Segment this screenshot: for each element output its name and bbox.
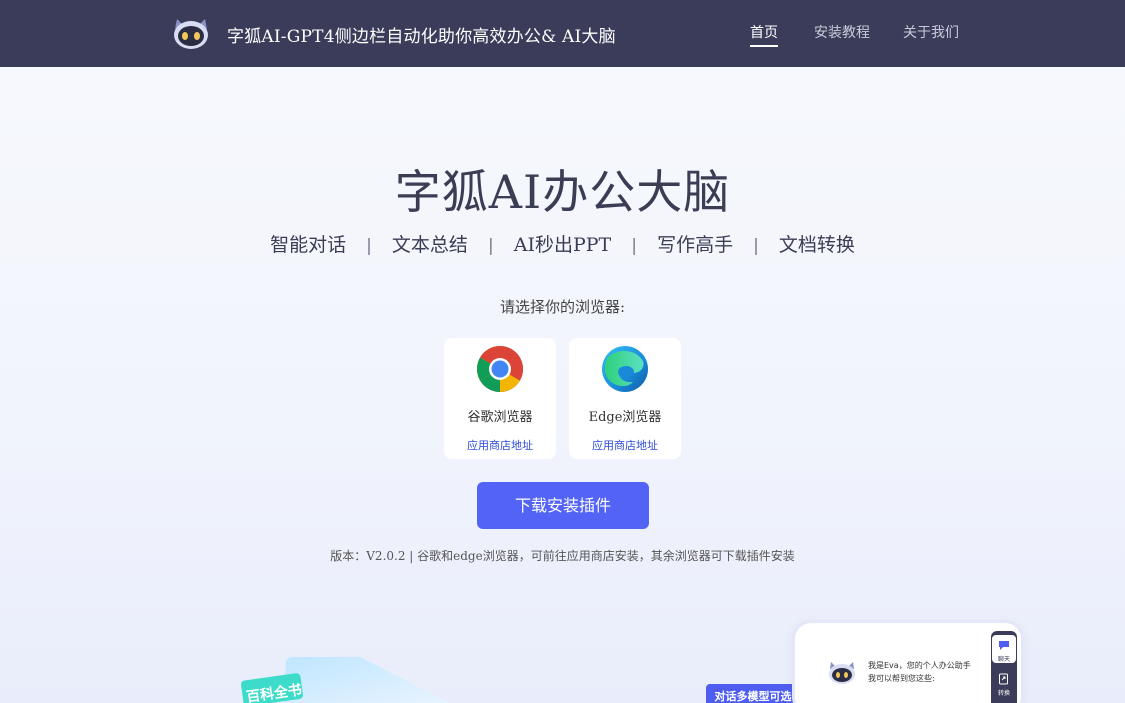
feature-item: 文本总结 (391, 234, 468, 256)
version-note: 版本：V2.0.2 | 谷歌和edge浏览器，可前往应用商店安装，其余浏览器可下… (330, 549, 795, 563)
feature-item: 写作高手 (657, 234, 734, 256)
edge-icon (601, 345, 649, 393)
feature-separator: | (366, 236, 372, 256)
sidebar-convert-label: 转换 (997, 690, 1010, 697)
sidebar-convert-button[interactable]: 转换 (992, 669, 1016, 697)
assistant-preview-card: 我是Eva，您的个人办公助手 我可以帮到您这些: 聊天 转换 (795, 623, 1021, 703)
choose-browser-label: 请选择你的浏览器: (499, 298, 626, 316)
greeting-line: 我可以帮到您这些: (868, 674, 935, 683)
site-title[interactable]: 字狐AI-GPT4侧边栏自动化助你高效办公& AI大脑 (227, 22, 616, 47)
assistant-greeting: 我是Eva，您的个人办公助手 我可以帮到您这些: (868, 659, 971, 685)
feature-item: AI秒出PPT (513, 234, 612, 256)
greeting-line: 我是Eva，您的个人办公助手 (868, 661, 971, 670)
eva-avatar-icon (827, 659, 857, 685)
chat-icon (999, 641, 1009, 650)
assistant-sidebar: 聊天 转换 (991, 631, 1017, 703)
feature-item: 文档转换 (778, 234, 855, 256)
chrome-icon (476, 345, 524, 393)
nav-item-install-guide[interactable]: 安装教程 (814, 22, 870, 42)
multi-model-badge: 对话多模型可选 (706, 684, 800, 703)
top-navigation-bar: 字狐AI-GPT4侧边栏自动化助你高效办公& AI大脑 首页 安装教程 关于我们 (0, 0, 1125, 67)
nav-item-about-us[interactable]: 关于我们 (903, 22, 959, 42)
feature-separator: | (487, 236, 494, 256)
fox-robot-logo-icon[interactable] (171, 15, 211, 51)
store-link[interactable]: 应用商店地址 (569, 437, 681, 453)
browser-name: Edge浏览器 (588, 410, 662, 425)
browser-name: 谷歌浏览器 (467, 410, 533, 425)
convert-icon (999, 673, 1008, 685)
browser-card-chrome[interactable]: 谷歌浏览器 应用商店地址 (444, 338, 556, 459)
store-link[interactable]: 应用商店地址 (444, 437, 556, 453)
encyclopedia-illustration: 百科全书 (240, 655, 470, 703)
browser-card-edge[interactable]: Edge浏览器 应用商店地址 (569, 338, 681, 459)
feature-list: 智能对话 | 文本总结 | AI秒出PPT | 写作高手 | 文档转换 (0, 230, 1125, 257)
feature-item: 智能对话 (270, 234, 347, 256)
sidebar-chat-button[interactable]: 聊天 (992, 635, 1016, 663)
download-plugin-button[interactable]: 下载安装插件 (477, 482, 649, 529)
nav-item-home[interactable]: 首页 (750, 22, 778, 47)
sidebar-chat-label: 聊天 (997, 656, 1010, 663)
hero-title: 字狐AI办公大脑 (394, 165, 731, 219)
feature-separator: | (753, 236, 759, 256)
feature-separator: | (631, 236, 638, 256)
